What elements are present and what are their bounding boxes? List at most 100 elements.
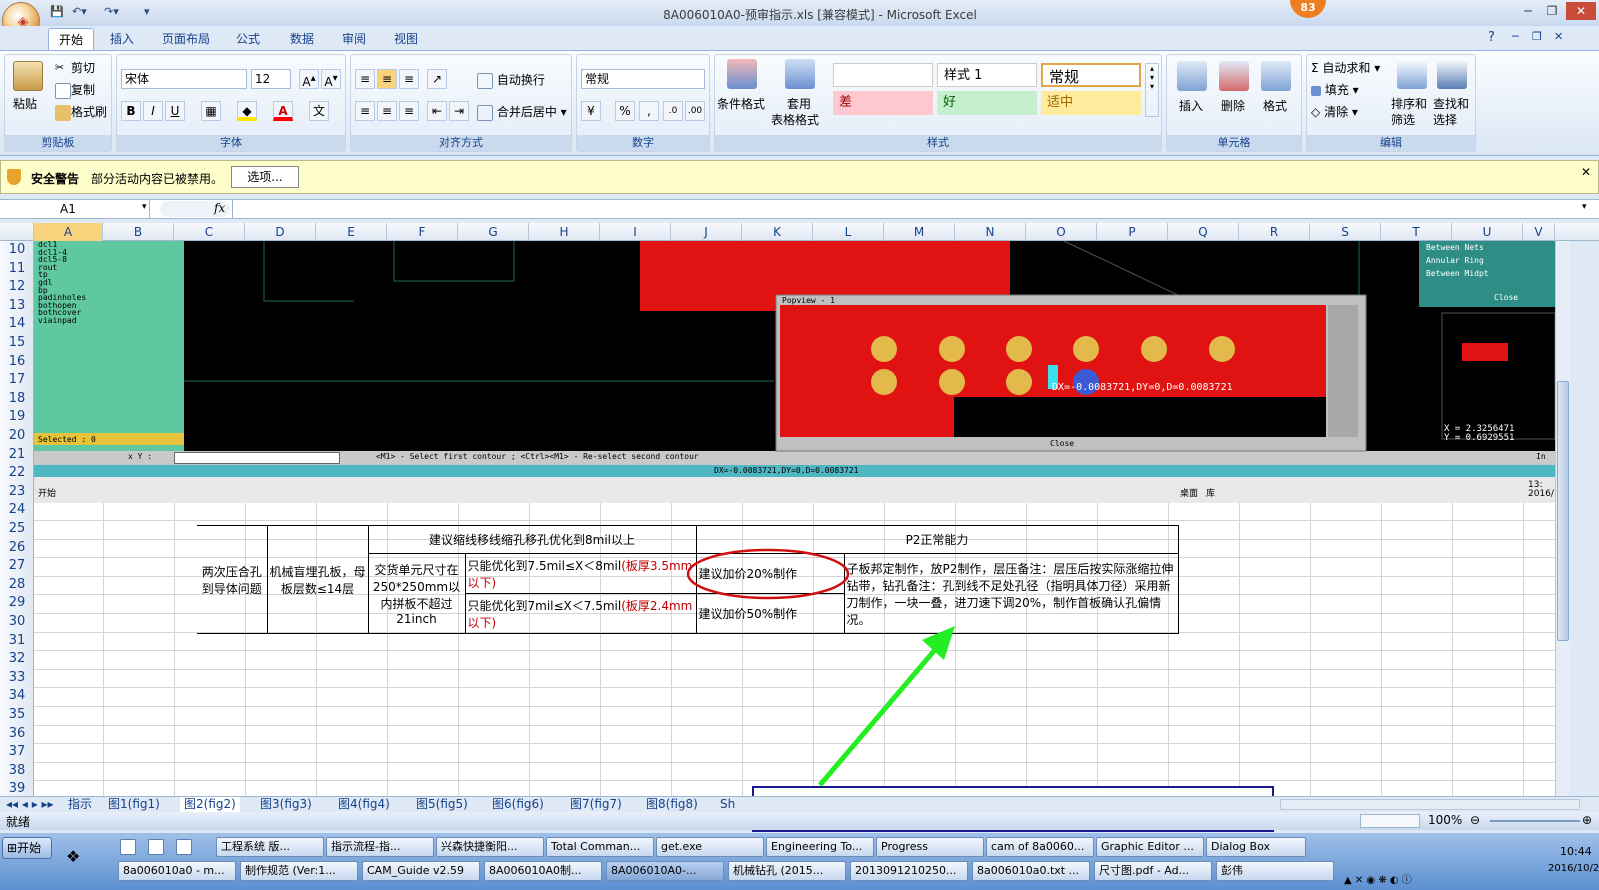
orientation-icon[interactable]: ↗ [427, 69, 447, 89]
options-button[interactable]: 选项... [231, 166, 299, 188]
align-middle-icon[interactable]: ≡ [377, 69, 397, 89]
fx-button[interactable]: fx [214, 201, 225, 215]
taskbar-window-button[interactable]: 2013091210250... [850, 861, 968, 881]
cam-taskbar-start[interactable]: 开始 [38, 486, 56, 499]
align-center-icon[interactable]: ≡ [377, 101, 397, 121]
font-size-select[interactable]: 12 [251, 69, 291, 89]
font-name-select[interactable]: 宋体 [121, 69, 247, 89]
row-header[interactable]: 28 [0, 576, 34, 595]
fill-button[interactable]: 填充 ▾ [1311, 81, 1359, 98]
sort-filter-button[interactable]: 排序和 [1391, 95, 1427, 112]
column-header[interactable]: I [600, 223, 671, 241]
copy-button[interactable]: 复制 [55, 81, 95, 99]
conditional-format-button[interactable]: 条件格式 [717, 95, 765, 112]
taskbar-window-button[interactable]: Total Comman... [546, 837, 654, 857]
cam-layer[interactable]: viainpad [38, 317, 158, 325]
zoom-in-icon[interactable]: ⊕ [1582, 813, 1592, 827]
tab-insert[interactable]: 插入 [100, 28, 144, 50]
row-header[interactable]: 17 [0, 371, 34, 390]
align-bottom-icon[interactable]: ≡ [399, 69, 419, 89]
style-bad[interactable]: 差 [833, 91, 933, 115]
name-box[interactable]: A1 [0, 200, 150, 218]
column-header[interactable]: C [174, 223, 245, 241]
row-header[interactable]: 19 [0, 408, 34, 427]
style-1[interactable]: 样式 1 [937, 63, 1037, 87]
measure-close-button[interactable]: Close [1494, 293, 1518, 302]
fill-color-icon[interactable]: ◆ [237, 101, 257, 121]
row-header[interactable]: 13 [0, 297, 34, 316]
qat-customize-icon[interactable]: ▾ [144, 5, 150, 21]
wrap-text-button[interactable]: 自动换行 [477, 71, 545, 89]
column-header[interactable]: J [671, 223, 742, 241]
column-header[interactable]: R [1239, 223, 1310, 241]
name-box-dropdown-icon[interactable]: ▾ [142, 202, 147, 212]
italic-button[interactable]: I [143, 101, 163, 121]
cam-layer[interactable]: rout [38, 263, 158, 272]
format-cells-button[interactable]: 格式 [1263, 97, 1287, 114]
underline-button[interactable]: U [165, 101, 185, 121]
find-select-button[interactable]: 查找和 [1433, 95, 1469, 112]
help-icon[interactable]: ? [1488, 30, 1495, 45]
cam-layer[interactable]: gdl [38, 279, 158, 287]
row-header[interactable]: 14 [0, 315, 34, 334]
column-header[interactable]: H [529, 223, 600, 241]
clear-button[interactable]: ◇ 清除 ▾ [1311, 103, 1358, 120]
taskbar-window-button[interactable]: 工程系统 版... [216, 837, 324, 857]
tab-home[interactable]: 开始 [48, 28, 95, 50]
taskbar-window-button[interactable]: Graphic Editor ... [1096, 837, 1204, 857]
start-button[interactable]: ⊞开始 [2, 837, 52, 859]
cam-xy-input[interactable] [174, 452, 340, 464]
undo-icon[interactable]: ↶▾ [72, 5, 87, 21]
close-icon[interactable]: ✕ [1566, 2, 1596, 20]
decrease-decimal-icon[interactable]: .00 [685, 101, 705, 121]
taskbar-window-button[interactable]: Progress [876, 837, 984, 857]
sheet-tab[interactable]: 图3(fig3) [256, 797, 316, 812]
align-left-icon[interactable]: ≡ [355, 101, 375, 121]
row-header[interactable]: 37 [0, 743, 34, 762]
formula-expand-icon[interactable]: ▾ [1582, 202, 1587, 212]
row-header[interactable]: 15 [0, 334, 34, 353]
vertical-scrollbar[interactable] [1555, 241, 1570, 796]
select-all-corner[interactable] [0, 223, 34, 241]
column-header[interactable]: L [813, 223, 884, 241]
zoom-out-icon[interactable]: ⊖ [1470, 813, 1480, 827]
view-buttons[interactable] [1360, 814, 1420, 828]
row-header[interactable]: 36 [0, 725, 34, 744]
column-header[interactable]: T [1381, 223, 1452, 241]
bold-button[interactable]: B [121, 101, 141, 121]
measure-option[interactable]: Between Midpt [1426, 267, 1489, 280]
taskbar-window-button[interactable]: cam of 8a0060... [986, 837, 1094, 857]
column-header[interactable]: N [955, 223, 1026, 241]
horizontal-scrollbar[interactable] [1280, 799, 1580, 810]
column-header[interactable]: P [1097, 223, 1168, 241]
column-header[interactable]: Q [1168, 223, 1239, 241]
taskbar-window-button[interactable]: 指示流程-指... [326, 837, 434, 857]
tab-formulas[interactable]: 公式 [226, 28, 270, 50]
redo-icon[interactable]: ↷▾ [104, 5, 119, 21]
row-header[interactable]: 26 [0, 539, 34, 558]
shrink-font-icon[interactable]: A▾ [321, 69, 341, 89]
row-header[interactable]: 38 [0, 762, 34, 781]
column-header[interactable]: F [387, 223, 458, 241]
row-header[interactable]: 32 [0, 650, 34, 669]
column-header[interactable]: B [103, 223, 174, 241]
align-right-icon[interactable]: ≡ [399, 101, 419, 121]
ribbon-minimize-icon[interactable]: ─ [1512, 30, 1519, 43]
autosum-button[interactable]: Σ 自动求和 ▾ [1311, 59, 1380, 76]
row-header[interactable]: 22 [0, 464, 34, 483]
row-header[interactable]: 20 [0, 427, 34, 446]
taskbar-window-button[interactable]: Engineering To... [766, 837, 874, 857]
format-painter-button[interactable]: 格式刷 [55, 103, 107, 121]
sheet-tab[interactable]: 指示 [64, 797, 96, 812]
sheet-tab[interactable]: 图5(fig5) [412, 797, 472, 812]
zoom-level[interactable]: 100% [1428, 813, 1462, 827]
row-header[interactable]: 23 [0, 483, 34, 502]
cam-in-button[interactable]: In [1536, 452, 1546, 461]
cut-button[interactable]: ✂ 剪切 [55, 59, 95, 77]
vertical-scroll-thumb[interactable] [1557, 381, 1569, 641]
taskbar-window-button[interactable]: 8a006010a0.txt ... [972, 861, 1090, 881]
taskbar-window-button[interactable]: 尺寸图.pdf - Ad... [1094, 861, 1212, 881]
insert-cells-button[interactable]: 插入 [1179, 97, 1203, 114]
border-icon[interactable]: ▦ [201, 101, 221, 121]
row-header[interactable]: 27 [0, 557, 34, 576]
